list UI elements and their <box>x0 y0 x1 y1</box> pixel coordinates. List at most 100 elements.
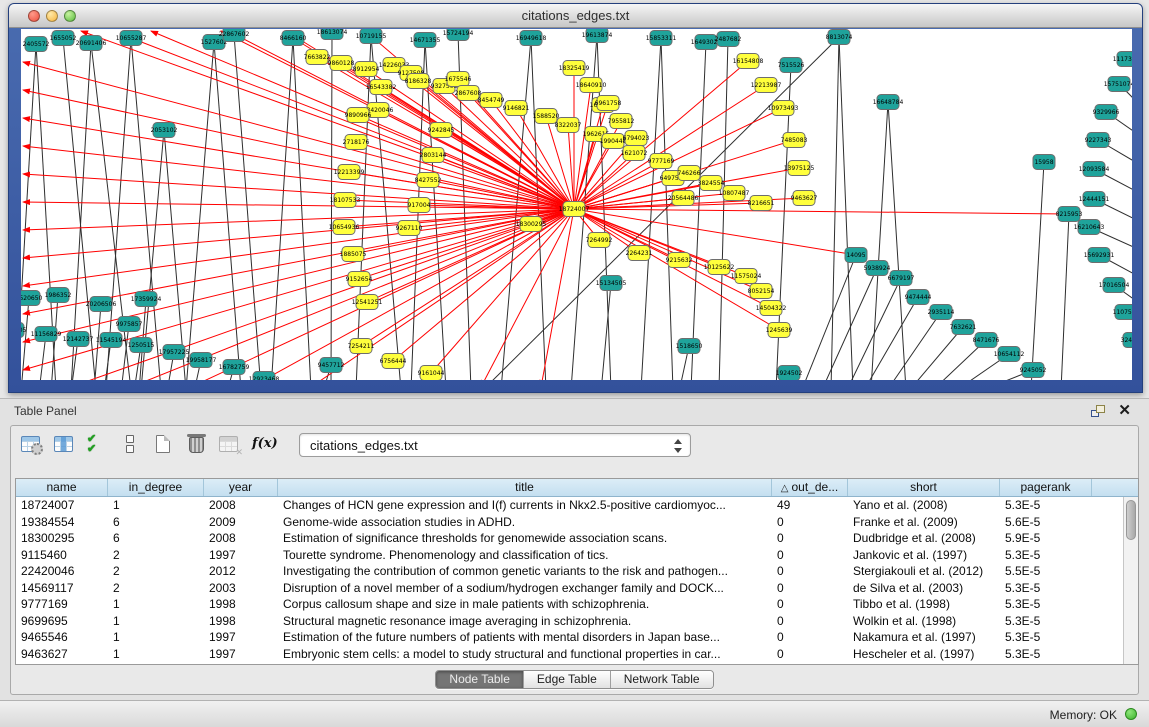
graph-node[interactable]: 18325419 <box>559 61 590 76</box>
graph-node[interactable]: 2264231 <box>626 246 653 261</box>
graph-node[interactable]: 1621072 <box>621 146 648 161</box>
graph-node[interactable]: 2803144 <box>420 148 447 163</box>
graph-node[interactable]: 14095 <box>845 248 867 263</box>
window-titlebar[interactable]: citations_edges.txt <box>9 4 1142 28</box>
graph-node[interactable]: 917004 <box>408 198 431 213</box>
table-row[interactable]: 977716911998Corpus callosum shape and si… <box>16 596 1123 613</box>
graph-node[interactable]: 19613874 <box>582 29 613 43</box>
graph-node[interactable]: 20564486 <box>668 191 699 206</box>
graph-node[interactable]: 9975857 <box>116 317 143 332</box>
graph-node[interactable]: 18107533 <box>330 193 361 208</box>
graph-node[interactable]: 6961758 <box>595 96 622 111</box>
float-panel-icon[interactable] <box>1091 405 1105 417</box>
graph-node[interactable]: 1986352 <box>45 288 72 303</box>
graph-node[interactable]: 6679197 <box>888 271 915 286</box>
table-row[interactable]: 911546021997Tourette syndrome. Phenomeno… <box>16 547 1123 564</box>
graph-node[interactable]: 17016504 <box>1099 278 1130 293</box>
column-header-pagerank[interactable]: pagerank <box>1000 479 1092 496</box>
graph-node[interactable]: 15958 <box>1033 155 1055 170</box>
graph-node[interactable]: 12213399 <box>334 165 365 180</box>
graph-node[interactable]: 10654936 <box>329 220 360 235</box>
graph-node[interactable]: 5938924 <box>864 261 891 276</box>
graph-node[interactable]: 9215632 <box>666 253 693 268</box>
graph-node[interactable]: 11173074 <box>1113 52 1132 67</box>
graph-node[interactable]: 7663822 <box>304 50 331 65</box>
graph-node[interactable]: 9463627 <box>791 191 818 206</box>
function-builder-icon[interactable]: f(x) <box>250 432 280 458</box>
graph-node[interactable]: 12444151 <box>1079 192 1110 207</box>
graph-node[interactable]: 18640910 <box>576 78 607 93</box>
table-row[interactable]: 969969511998Structural magnetic resonanc… <box>16 613 1123 630</box>
graph-node[interactable]: 1924502 <box>776 366 803 381</box>
graph-node[interactable]: 9329966 <box>1093 105 1120 120</box>
graph-node[interactable]: 15751074 <box>1104 77 1132 92</box>
graph-node[interactable]: 10807487 <box>719 186 750 201</box>
graph-node[interactable]: 9245052 <box>1020 363 1047 378</box>
column-header-name[interactable]: name <box>16 479 108 496</box>
graph-node[interactable]: 9227343 <box>1085 133 1112 148</box>
graph-node[interactable]: 9890966 <box>345 108 372 123</box>
show-columns-icon[interactable] <box>52 432 78 458</box>
graph-node[interactable]: 9242845 <box>428 123 455 138</box>
graph-node[interactable]: 20691406 <box>76 36 107 51</box>
graph-node[interactable]: 12923468 <box>249 372 280 381</box>
graph-node[interactable]: 7485083 <box>781 133 808 148</box>
graph-node[interactable]: 15853311 <box>646 31 677 46</box>
vertical-scrollbar[interactable] <box>1123 497 1138 664</box>
graph-node[interactable]: 16543382 <box>366 80 397 95</box>
graph-node[interactable]: 9777169 <box>648 154 675 169</box>
graph-node[interactable]: 13975125 <box>784 161 815 176</box>
table-row[interactable]: 1872400712008Changes of HCN gene express… <box>16 497 1123 514</box>
graph-node[interactable]: 7254211 <box>348 339 375 354</box>
graph-node[interactable]: 2718176 <box>343 135 370 150</box>
graph-node[interactable]: 11575024 <box>731 269 762 284</box>
graph-node[interactable]: 8052154 <box>748 284 775 299</box>
graph-node[interactable]: 2405572 <box>23 37 50 52</box>
tab-network-table[interactable]: Network Table <box>611 671 713 688</box>
table-row[interactable]: 946554611997Estimation of the future num… <box>16 629 1123 646</box>
graph-node[interactable]: 18300295 <box>516 217 547 232</box>
graph-node[interactable]: 10655287 <box>116 31 147 46</box>
graph-node[interactable]: 19958177 <box>186 353 217 368</box>
graph-node[interactable]: 9152654 <box>346 272 373 287</box>
graph-node[interactable]: 8322037 <box>555 118 582 133</box>
graph-node[interactable]: 9267110 <box>396 221 423 236</box>
graph-node[interactable]: 7955812 <box>608 114 635 129</box>
graph-node[interactable]: 18724007 <box>559 202 590 217</box>
graph-node[interactable]: 2520650 <box>21 291 43 306</box>
table-row[interactable]: 946362711997Embryonic stem cells: a mode… <box>16 646 1123 663</box>
graph-node[interactable]: 2053102 <box>151 123 178 138</box>
graph-node[interactable]: 9457712 <box>318 358 345 373</box>
graph-node[interactable]: 1245639 <box>766 323 793 338</box>
graph-node[interactable]: 1885075 <box>340 247 367 262</box>
table-row[interactable]: 2242004622012Investigating the contribut… <box>16 563 1123 580</box>
graph-node[interactable]: 14504322 <box>756 301 787 316</box>
graph-node[interactable]: 9474444 <box>905 290 932 305</box>
network-canvas[interactable]: 1872400718300295766382298601288912954165… <box>21 29 1132 380</box>
column-header-title[interactable]: title <box>278 479 772 496</box>
graph-node[interactable]: 6756444 <box>380 354 407 369</box>
graph-node[interactable]: 8454749 <box>478 93 505 108</box>
table-row[interactable]: 1938455462009Genome-wide association stu… <box>16 514 1123 531</box>
deselect-all-icon[interactable] <box>118 432 144 458</box>
graph-node[interactable]: 3824554 <box>698 176 725 191</box>
graph-node[interactable]: 8813074 <box>826 30 853 45</box>
graph-node[interactable]: 8466160 <box>280 31 307 46</box>
graph-node[interactable]: 1655052 <box>50 31 77 46</box>
close-panel-icon[interactable]: ✕ <box>1118 401 1131 419</box>
graph-node[interactable]: 2935114 <box>928 305 955 320</box>
table-row[interactable]: 1830029562008Estimation of significance … <box>16 530 1123 547</box>
table-selector[interactable]: citations_edges.txt <box>299 433 691 457</box>
graph-node[interactable]: 10719155 <box>356 29 387 44</box>
graph-node[interactable]: 2487682 <box>715 32 742 47</box>
graph-node[interactable]: 16782759 <box>219 360 250 375</box>
graph-node[interactable]: 14671355 <box>410 33 441 48</box>
graph-node[interactable]: 6794023 <box>623 131 650 146</box>
graph-node[interactable]: 746266 <box>678 166 701 181</box>
graph-node[interactable]: 12541251 <box>352 295 383 310</box>
network-canvas-svg[interactable]: 1872400718300295766382298601288912954165… <box>21 29 1132 380</box>
graph-node[interactable]: 15724194 <box>443 29 474 41</box>
graph-node[interactable]: 8186328 <box>405 74 432 89</box>
scrollbar-thumb[interactable] <box>1126 500 1136 540</box>
graph-node[interactable]: 16210643 <box>1074 220 1105 235</box>
